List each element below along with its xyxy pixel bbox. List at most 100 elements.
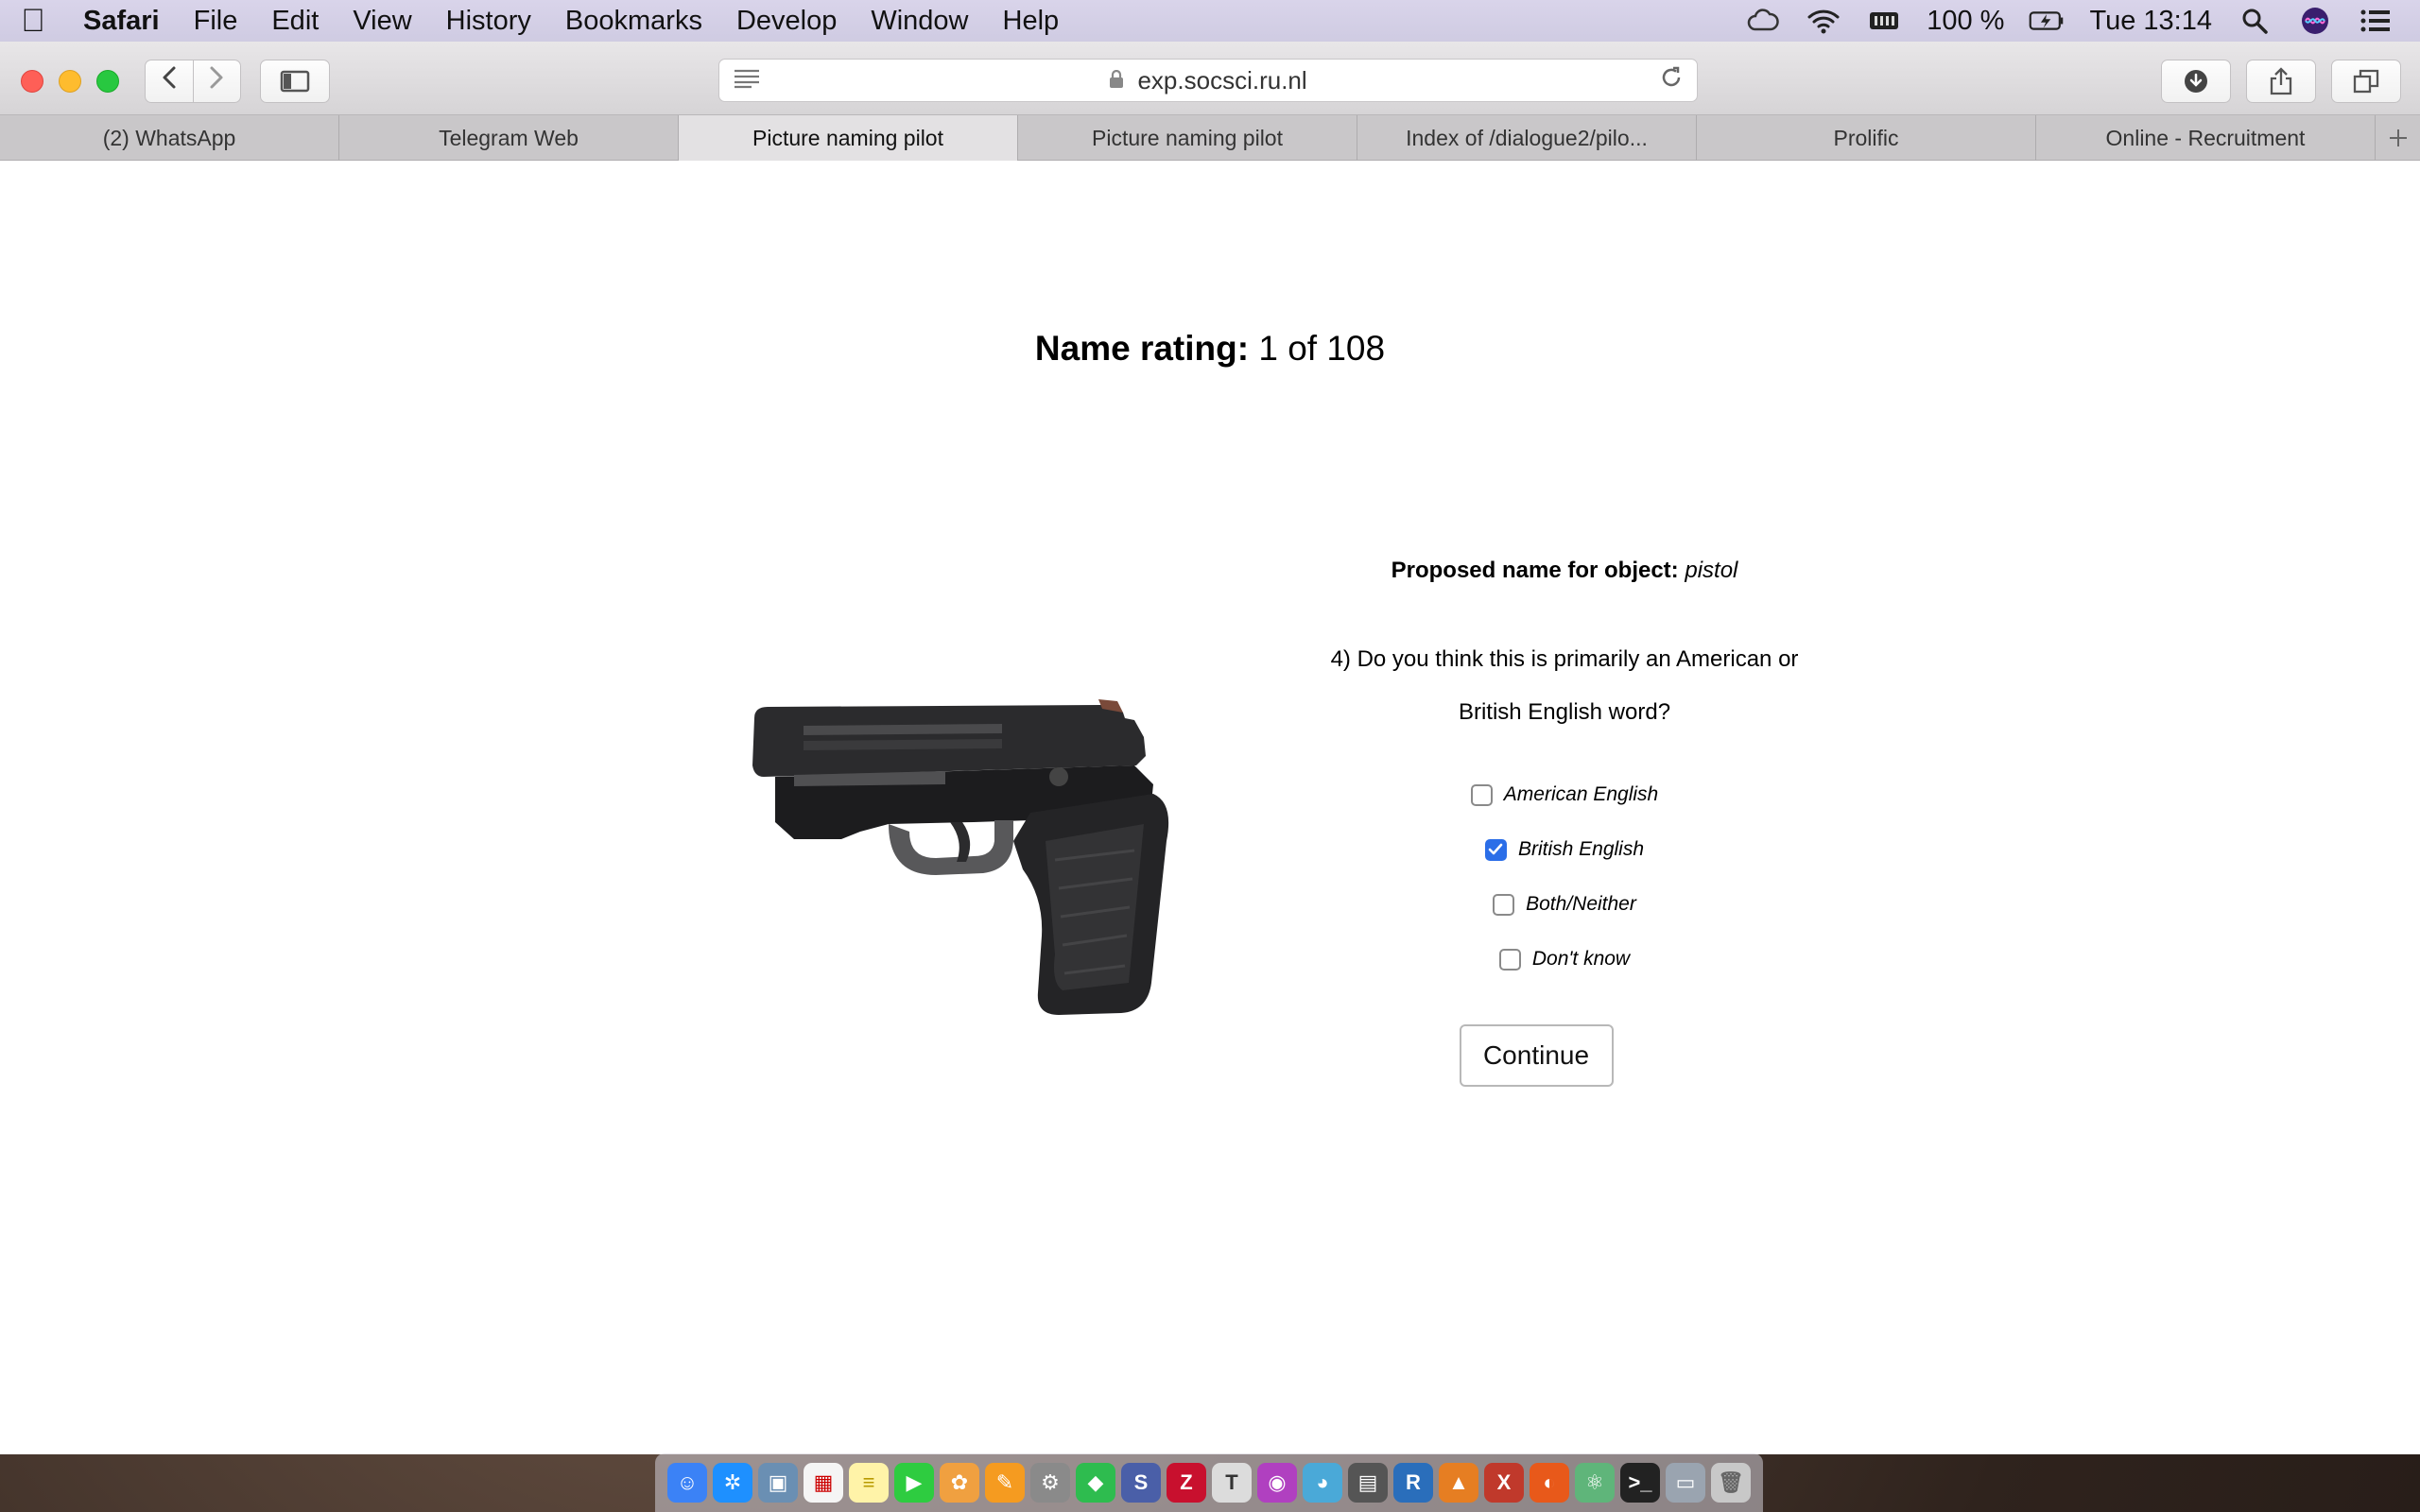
siri-icon[interactable] [2297, 7, 2333, 35]
checkbox-british-english-checked[interactable] [1484, 838, 1507, 861]
download-icon [2185, 70, 2207, 93]
menu-window[interactable]: Window [854, 6, 985, 37]
battery-percentage: 100 % [1927, 5, 2005, 36]
r-icon[interactable]: R [1393, 1463, 1433, 1503]
question-line-2: British English word? [1458, 699, 1671, 725]
back-button[interactable] [146, 65, 193, 97]
rating-label: Name rating: [1034, 329, 1250, 368]
address-bar[interactable]: exp.socsci.ru.nl [718, 59, 1698, 102]
memory-icon[interactable] [1866, 7, 1902, 35]
option-label: Both/Neither [1526, 893, 1636, 915]
tab-index-dialogue2[interactable]: Index of /dialogue2/pilo... [1357, 115, 1697, 161]
option-dont-know[interactable]: Don't know [1286, 932, 1843, 987]
menu-app-name[interactable]: Safari [66, 6, 177, 37]
checkmark-icon [1489, 843, 1503, 855]
safari-icon[interactable]: ✲ [713, 1463, 752, 1503]
pistol-image [752, 699, 1169, 1015]
menu-help[interactable]: Help [986, 6, 1077, 37]
tab-picture-naming-pilot-active[interactable]: Picture naming pilot [679, 115, 1018, 161]
forward-button[interactable] [194, 65, 241, 97]
new-tab-button[interactable] [2376, 115, 2420, 160]
share-button[interactable] [2246, 60, 2316, 103]
menu-edit[interactable]: Edit [254, 6, 336, 37]
xquartz-icon[interactable]: X [1484, 1463, 1524, 1503]
tab-prolific[interactable]: Prolific [1697, 115, 2036, 161]
cyberduck-icon[interactable]: ◉ [1257, 1463, 1297, 1503]
tab-online-recruitment[interactable]: Online - Recruitment [2036, 115, 2376, 161]
downloads-button[interactable] [2161, 60, 2231, 103]
apple-menu-icon[interactable]:  [0, 3, 66, 40]
system-preferences-icon[interactable]: ⚙ [1030, 1463, 1070, 1503]
scrivener-icon[interactable]: S [1121, 1463, 1161, 1503]
calendar-icon[interactable]: ▦ [804, 1463, 843, 1503]
tab-picture-naming-pilot[interactable]: Picture naming pilot [1018, 115, 1357, 161]
proposed-name-value: pistol [1685, 558, 1738, 583]
continue-button[interactable]: Continue [1459, 1024, 1614, 1087]
menu-bookmarks[interactable]: Bookmarks [548, 6, 719, 37]
trash-icon[interactable]: 🗑 [1711, 1463, 1751, 1503]
plus-icon [2389, 129, 2407, 146]
menu-file[interactable]: File [177, 6, 255, 37]
sidebar-icon [280, 70, 310, 93]
terminal-icon[interactable]: >_ [1620, 1463, 1660, 1503]
pages-icon[interactable]: ✎ [985, 1463, 1025, 1503]
option-label: Don't know [1531, 948, 1631, 970]
spotlight-search-icon[interactable] [2237, 7, 2273, 35]
menu-bar:  Safari File Edit View History Bookmark… [0, 0, 2420, 42]
firefox-icon[interactable]: ◐ [1530, 1463, 1569, 1503]
option-british-english[interactable]: British English [1286, 822, 1843, 877]
tab-bar: (2) WhatsApp Telegram Web Picture naming… [0, 115, 2420, 161]
question-text: 4) Do you think this is primarily an Ame… [1286, 633, 1843, 739]
zotero-icon[interactable]: Z [1167, 1463, 1206, 1503]
window-close-button[interactable] [21, 70, 43, 93]
finder-icon[interactable]: ☺ [667, 1463, 707, 1503]
checkbox-both-neither[interactable] [1493, 893, 1515, 916]
option-label: American English [1503, 783, 1659, 805]
tab-telegram[interactable]: Telegram Web [339, 115, 679, 161]
image-capture-icon[interactable]: ▭ [1666, 1463, 1705, 1503]
proposed-name: Proposed name for object: pistol [1286, 558, 1843, 584]
window-minimize-button[interactable] [59, 70, 81, 93]
tab-whatsapp[interactable]: (2) WhatsApp [0, 115, 339, 161]
wireshark-icon[interactable]: ▤ [1348, 1463, 1388, 1503]
option-label: British English [1517, 838, 1645, 860]
checkbox-dont-know[interactable] [1498, 948, 1521, 971]
question-line-1: 4) Do you think this is primarily an Ame… [1330, 646, 1799, 672]
safari-window: exp.socsci.ru.nl (2) WhatsApp Telegram W… [0, 42, 2420, 1454]
photos-icon[interactable]: ✿ [940, 1463, 979, 1503]
rating-panel: Proposed name for object: pistol 4) Do y… [1286, 558, 1843, 1087]
clock[interactable]: Tue 13:14 [2089, 6, 2212, 37]
battery-charging-icon[interactable] [2029, 7, 2065, 35]
tab-overview-icon [2353, 69, 2379, 94]
wifi-icon[interactable] [1806, 7, 1841, 35]
atom-icon[interactable]: ⚛ [1575, 1463, 1615, 1503]
option-american-english[interactable]: American English [1286, 767, 1843, 822]
menu-history[interactable]: History [429, 6, 548, 37]
texmaker-icon[interactable]: T [1212, 1463, 1252, 1503]
option-both-neither[interactable]: Both/Neither [1286, 877, 1843, 932]
rating-progress: 1 of 108 [1258, 329, 1386, 368]
proposed-name-label: Proposed name for object: [1391, 558, 1679, 583]
lock-icon [1109, 69, 1130, 94]
reader-view-icon[interactable] [733, 66, 761, 95]
notification-center-icon[interactable] [2358, 7, 2394, 35]
feedly-icon[interactable]: ◆ [1076, 1463, 1115, 1503]
dock: ☺ ✲ ▣ ▦ ≡ ▶ ✿ ✎ ⚙ ◆ S Z T ◉ ◕ ▤ R ▲ X ◐ … [655, 1453, 1763, 1512]
sidebar-toggle-button[interactable] [260, 60, 330, 103]
window-zoom-button[interactable] [96, 70, 119, 93]
tab-overview-button[interactable] [2331, 60, 2401, 103]
browser-toolbar: exp.socsci.ru.nl [0, 42, 2420, 115]
url-text: exp.socsci.ru.nl [1137, 65, 1307, 94]
preview-icon[interactable]: ▣ [758, 1463, 798, 1503]
status-area: 100 % Tue 13:14 [1745, 6, 2420, 37]
creative-cloud-icon[interactable] [1745, 7, 1781, 35]
facetime-icon[interactable]: ▶ [894, 1463, 934, 1503]
notes-icon[interactable]: ≡ [849, 1463, 889, 1503]
matlab-icon[interactable]: ▲ [1439, 1463, 1478, 1503]
tweetbot-icon[interactable]: ◕ [1303, 1463, 1342, 1503]
reload-icon[interactable] [1659, 65, 1684, 96]
share-icon [2270, 67, 2292, 95]
menu-view[interactable]: View [336, 6, 428, 37]
checkbox-american-english[interactable] [1470, 783, 1493, 806]
menu-develop[interactable]: Develop [719, 6, 854, 37]
